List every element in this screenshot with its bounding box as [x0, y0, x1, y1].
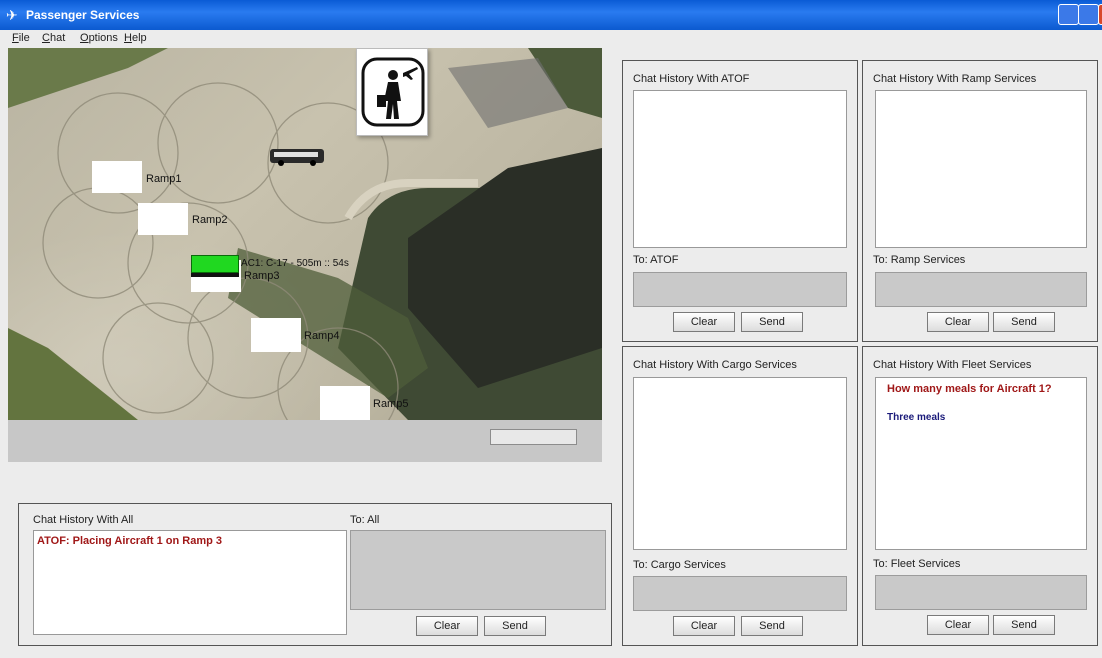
ramp4-spot[interactable] [251, 318, 301, 352]
cargo-clear-button[interactable]: Clear [673, 616, 735, 636]
fleet-send-button[interactable]: Send [993, 615, 1055, 635]
fleet-clear-button[interactable]: Clear [927, 615, 989, 635]
atof-history-title: Chat History With ATOF [633, 73, 750, 85]
ramp5-label: Ramp5 [373, 398, 409, 410]
aircraft-icon[interactable] [191, 255, 239, 273]
close-button[interactable] [1098, 4, 1102, 25]
ramp-send-button[interactable]: Send [993, 312, 1055, 332]
menu-chat[interactable]: Chat [42, 32, 65, 44]
ramp-history-box[interactable] [875, 90, 1087, 248]
map-background [8, 48, 602, 420]
ramp-compose-input[interactable] [875, 272, 1087, 307]
cargo-to-label: To: Cargo Services [633, 559, 726, 571]
cargo-send-button[interactable]: Send [741, 616, 803, 636]
all-clear-button[interactable]: Clear [416, 616, 478, 636]
ramp2-spot[interactable] [138, 203, 188, 235]
ramp5-spot[interactable] [320, 386, 370, 420]
cargo-compose-input[interactable] [633, 576, 847, 611]
atof-history-box[interactable] [633, 90, 847, 248]
atof-compose-input[interactable] [633, 272, 847, 307]
ramp3-label: Ramp3 [244, 270, 280, 282]
aircraft-shadow [191, 273, 239, 277]
minimize-button[interactable] [1058, 4, 1079, 25]
fleet-to-label: To: Fleet Services [873, 558, 961, 570]
ramp2-label: Ramp2 [192, 214, 228, 226]
all-history-title: Chat History With All [33, 514, 134, 526]
menu-file[interactable]: File [12, 32, 30, 44]
menu-options[interactable]: Options [80, 32, 118, 44]
all-history-box[interactable]: ATOF: Placing Aircraft 1 on Ramp 3 [33, 530, 347, 635]
fleet-history-title: Chat History With Fleet Services [873, 359, 1032, 371]
atof-send-button[interactable]: Send [741, 312, 803, 332]
menu-help[interactable]: Help [124, 32, 147, 44]
all-message-1: ATOF: Placing Aircraft 1 on Ramp 3 [37, 535, 222, 547]
ramp-clear-button[interactable]: Clear [927, 312, 989, 332]
airfield-map[interactable]: Ramp1 Ramp2 Ramp3 Ramp4 Ramp5 AC1: C-17 … [8, 48, 602, 420]
ramp-history-title: Chat History With Ramp Services [873, 73, 1037, 85]
window-title: Passenger Services [26, 8, 140, 22]
fleet-history-box[interactable]: How many meals for Aircraft 1? Three mea… [875, 377, 1087, 550]
maximize-button[interactable] [1078, 4, 1099, 25]
airplane-icon: ✈ [6, 7, 18, 23]
ramp-to-label: To: Ramp Services [873, 254, 966, 266]
panel-chat-atof: Chat History With ATOF To: ATOF Clear Se… [622, 60, 858, 342]
ramp1-spot[interactable] [92, 161, 142, 193]
fleet-message-2: Three meals [887, 412, 946, 423]
all-send-button[interactable]: Send [484, 616, 546, 636]
passenger-icon[interactable] [356, 48, 428, 136]
fleet-message-1: How many meals for Aircraft 1? [887, 383, 1052, 395]
all-to-label: To: All [350, 514, 380, 526]
ramp4-label: Ramp4 [304, 330, 340, 342]
atof-to-label: To: ATOF [633, 254, 679, 266]
panel-chat-fleet: Chat History With Fleet Services How man… [862, 346, 1098, 646]
bus-icon[interactable] [269, 147, 325, 167]
map-status-field[interactable] [490, 429, 577, 445]
panel-chat-ramp: Chat History With Ramp Services To: Ramp… [862, 60, 1098, 342]
map-status-bar [8, 420, 602, 462]
menu-bar: File Chat Options Help [0, 30, 1102, 48]
all-compose-input[interactable] [350, 530, 606, 610]
cargo-history-box[interactable] [633, 377, 847, 550]
panel-chat-all: Chat History With All ATOF: Placing Airc… [18, 503, 612, 646]
fleet-compose-input[interactable] [875, 575, 1087, 610]
cargo-history-title: Chat History With Cargo Services [633, 359, 797, 371]
atof-clear-button[interactable]: Clear [673, 312, 735, 332]
panel-chat-cargo: Chat History With Cargo Services To: Car… [622, 346, 858, 646]
ramp1-label: Ramp1 [146, 173, 182, 185]
title-bar: ✈ Passenger Services [0, 0, 1102, 30]
aircraft-label: AC1: C-17 - 505m :: 54s [241, 258, 349, 269]
